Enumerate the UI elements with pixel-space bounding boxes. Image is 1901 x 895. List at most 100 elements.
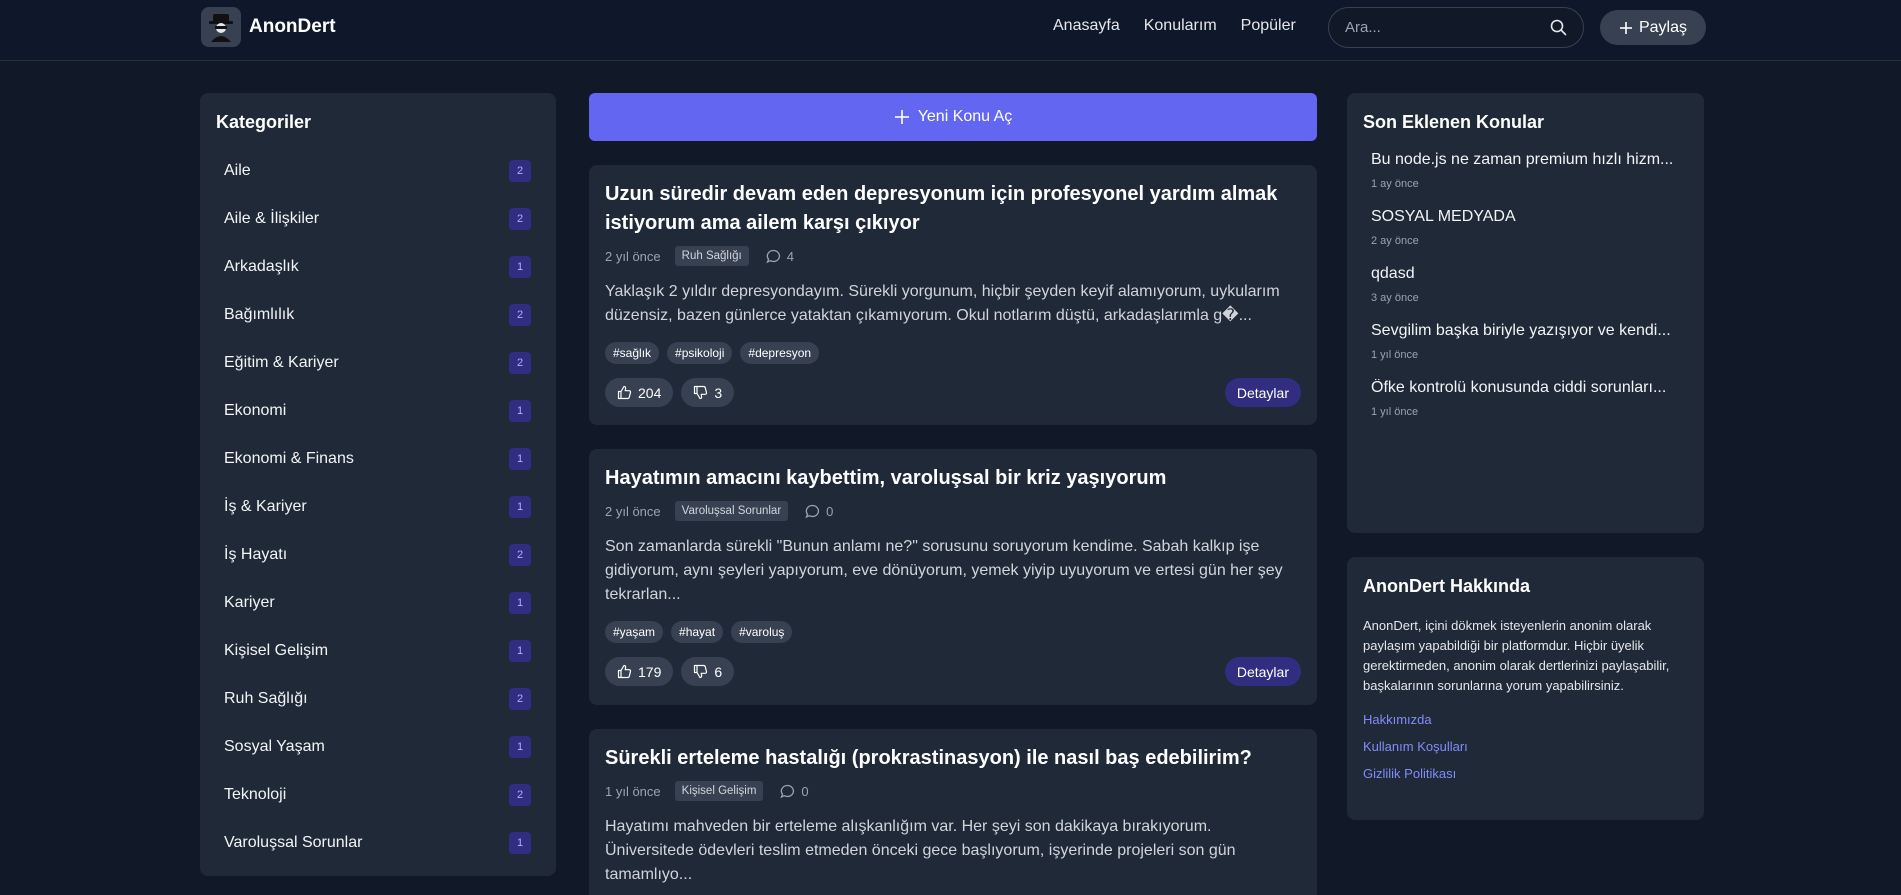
category-list: Aile 2 Aile & İlişkiler 2 Arkadaşlık 1 Bağı…	[216, 147, 540, 867]
nav-home[interactable]: Anasayfa	[1053, 17, 1120, 35]
comment-count: 4	[786, 248, 794, 264]
post-title[interactable]: Sürekli erteleme hastalığı (prokrastinas…	[605, 744, 1301, 773]
post-time: 1 yıl önce	[605, 783, 661, 799]
tag[interactable]: #sağlık	[605, 342, 660, 364]
category-item[interactable]: Kişisel Gelişim 1	[216, 627, 540, 675]
vote-group: 179 6	[605, 657, 735, 686]
comment-count: 0	[801, 783, 809, 799]
category-item[interactable]: Teknoloji 2	[216, 771, 540, 819]
post-time: 2 yıl önce	[605, 248, 661, 264]
recent-topic-time: 1 ay önce	[1371, 178, 1419, 190]
post-category-badge[interactable]: Ruh Sağlığı	[674, 246, 749, 266]
details-button[interactable]: Detaylar	[1224, 378, 1301, 407]
dislike-button[interactable]: 3	[681, 378, 735, 407]
category-item[interactable]: Aile & İlişkiler 2	[216, 195, 540, 243]
recent-topic-item[interactable]: Öfke kontrolü konusunda ciddi sorunları.…	[1363, 379, 1688, 418]
category-count-badge: 2	[509, 160, 531, 182]
tag[interactable]: #varoluş	[731, 621, 793, 643]
category-item[interactable]: Ekonomi 1	[216, 387, 540, 435]
post-excerpt: Son zamanlarda sürekli "Bunun anlamı ne?…	[605, 538, 1283, 603]
share-label: Paylaş	[1638, 18, 1688, 36]
post-excerpt: Yaklaşık 2 yıldır depresyondayım. Sürekl…	[605, 283, 1280, 324]
like-count: 179	[638, 663, 662, 680]
post-meta: 2 yıl önce Varoluşsal Sorunlar 0	[605, 501, 1301, 521]
terms-link[interactable]: Kullanım Koşulları	[1363, 739, 1688, 754]
nav-popular[interactable]: Popüler	[1241, 17, 1296, 35]
like-button[interactable]: 179	[605, 657, 674, 686]
category-count-badge: 1	[509, 640, 531, 662]
recent-topic-item[interactable]: Bu node.js ne zaman premium hızlı hizm..…	[1363, 151, 1688, 190]
category-count-badge: 2	[509, 784, 531, 806]
recent-topic-item[interactable]: Sevgilim başka biriyle yazışıyor ve kend…	[1363, 322, 1688, 361]
recent-topic-time: 3 ay önce	[1371, 292, 1419, 304]
about-title: AnonDert Hakkında	[1363, 576, 1531, 596]
category-item[interactable]: Eğitim & Kariyer 2	[216, 339, 540, 387]
post-comments: 0	[780, 783, 809, 799]
recent-topic-item[interactable]: SOSYAL MEDYADA 2 ay önce	[1363, 208, 1688, 247]
site-logo[interactable]: AnonDert	[201, 7, 336, 47]
post-excerpt: Hayatımı mahveden bir erteleme alışkanlı…	[605, 818, 1236, 883]
about-panel: AnonDert Hakkında AnonDert, içini dökmek…	[1347, 557, 1704, 820]
post-meta: 1 yıl önce Kişisel Gelişim 0	[605, 781, 1301, 801]
search-box	[1328, 7, 1584, 48]
category-name: Kariyer	[224, 594, 275, 611]
category-item[interactable]: Sosyal Yaşam 1	[216, 723, 540, 771]
comment-icon	[805, 504, 820, 519]
category-item[interactable]: Bağımlılık 2	[216, 291, 540, 339]
category-name: İş Hayatı	[224, 546, 288, 563]
about-us-link[interactable]: Hakkımızda	[1363, 712, 1688, 727]
category-item[interactable]: Kariyer 1	[216, 579, 540, 627]
about-links: Hakkımızda Kullanım Koşulları Gizlilik P…	[1363, 712, 1688, 781]
category-item[interactable]: Ekonomi & Finans 1	[216, 435, 540, 483]
post-category-badge[interactable]: Kişisel Gelişim	[674, 781, 764, 801]
category-count-badge: 2	[509, 304, 531, 326]
category-count-badge: 1	[509, 832, 531, 854]
category-name: Ruh Sağlığı	[224, 690, 308, 707]
post-comments: 4	[766, 249, 794, 264]
anonymous-user-icon	[201, 7, 241, 47]
comment-icon	[766, 249, 781, 264]
recent-topic-title: Öfke kontrolü konusunda ciddi sorunları.…	[1371, 379, 1667, 396]
categories-title: Kategoriler	[216, 112, 312, 132]
category-name: İş & Kariyer	[224, 498, 307, 515]
category-item[interactable]: Varoluşsal Sorunlar 1	[216, 819, 540, 867]
thumbs-up-icon	[617, 385, 632, 400]
share-button[interactable]: Paylaş	[1600, 10, 1706, 45]
post-tags: #yaşam #hayat #varoluş	[605, 621, 1301, 643]
thumbs-down-icon	[693, 385, 708, 400]
tag[interactable]: #depresyon	[740, 342, 820, 364]
post-card: Uzun süredir devam eden depresyonum için…	[589, 165, 1317, 425]
recent-topic-title: qdasd	[1371, 265, 1415, 282]
category-name: Ekonomi	[224, 402, 287, 419]
category-name: Sosyal Yaşam	[224, 738, 325, 755]
category-count-badge: 1	[509, 256, 531, 278]
privacy-link[interactable]: Gizlilik Politikası	[1363, 766, 1688, 781]
category-count-badge: 2	[509, 208, 531, 230]
post-title[interactable]: Hayatımın amacını kaybettim, varoluşsal …	[605, 464, 1301, 493]
search-icon[interactable]	[1550, 19, 1567, 36]
tag[interactable]: #hayat	[671, 621, 724, 643]
post-tags: #sağlık #psikoloji #depresyon	[605, 342, 1301, 364]
categories-panel: Kategoriler Aile 2 Aile & İlişkiler 2 Arka…	[200, 93, 556, 876]
category-item[interactable]: Aile 2	[216, 147, 540, 195]
category-item[interactable]: Ruh Sağlığı 2	[216, 675, 540, 723]
post-title[interactable]: Uzun süredir devam eden depresyonum için…	[605, 180, 1301, 238]
post-category-badge[interactable]: Varoluşsal Sorunlar	[674, 501, 789, 521]
details-button[interactable]: Detaylar	[1224, 657, 1301, 686]
dislike-button[interactable]: 6	[681, 657, 735, 686]
dislike-count: 6	[714, 663, 723, 680]
nav-my-topics[interactable]: Konularım	[1144, 17, 1217, 35]
category-item[interactable]: Arkadaşlık 1	[216, 243, 540, 291]
category-item[interactable]: İş Hayatı 2	[216, 531, 540, 579]
new-topic-button[interactable]: Yeni Konu Aç	[589, 93, 1317, 141]
category-item[interactable]: İş & Kariyer 1	[216, 483, 540, 531]
category-name: Aile	[224, 162, 251, 179]
recent-topic-item[interactable]: qdasd 3 ay önce	[1363, 265, 1688, 304]
tag[interactable]: #yaşam	[605, 621, 664, 643]
recent-topics-panel: Son Eklenen Konular Bu node.js ne zaman …	[1347, 93, 1704, 533]
search-input[interactable]	[1345, 19, 1550, 36]
vote-group: 204 3	[605, 378, 735, 407]
like-button[interactable]: 204	[605, 378, 674, 407]
tag[interactable]: #psikoloji	[667, 342, 733, 364]
post-time: 2 yıl önce	[605, 503, 661, 519]
